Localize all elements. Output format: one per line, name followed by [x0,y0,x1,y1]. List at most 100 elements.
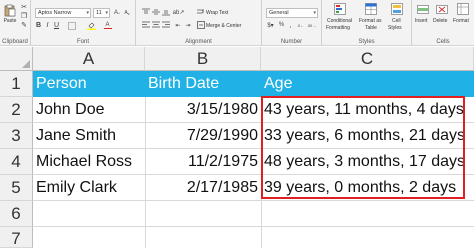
row-header-3[interactable]: 3 [0,123,33,149]
increase-indent-icon[interactable]: ⇥ [184,21,192,29]
increase-decimal-icon[interactable]: .0← [296,21,305,29]
row-header-4[interactable]: 4 [0,149,33,175]
column-header-b[interactable]: B [145,47,261,71]
fill-color-icon[interactable] [87,21,96,30]
wrap-text-icon[interactable] [196,8,205,16]
cell-birth-date[interactable]: 3/15/1980 [145,97,261,123]
decrease-indent-icon[interactable]: ⇤ [174,21,182,29]
align-bottom-icon[interactable] [162,8,170,16]
font-group-label: Font [76,39,89,45]
cell-styles-button[interactable]: Cell Styles [386,2,408,34]
header-birth-date[interactable]: Birth Date [145,71,261,97]
age-results-highlight [261,96,465,199]
borders-icon[interactable] [67,21,76,30]
number-group-label: Number [280,39,303,45]
cell-styles-label-2: Styles [388,25,402,31]
merge-center-button[interactable]: Merge & Center [206,23,241,29]
cell-birth-date[interactable]: 2/17/1985 [145,175,261,201]
comma-style-icon[interactable]: , [287,21,294,29]
clipboard-group: Paste ✂ ❐ ✎ Clipboard [0,0,31,46]
styles-group: Conditional Formatting Format as Table C… [322,0,412,46]
cell-styles-icon [391,3,403,15]
empty-cell[interactable] [33,227,145,248]
alignment-group: ab↗ Wrap Text ⇤ ⇥ Merge & Center Alignme… [136,0,262,46]
cells-group: Insert Delete Format Cells [412,0,474,46]
header-person[interactable]: Person [33,71,145,97]
font-name-select[interactable]: Aptos Narrow ▾ [35,8,91,18]
percent-icon[interactable]: % [278,21,285,29]
format-icon [457,3,469,15]
cell-styles-label-1: Cell [392,18,401,24]
font-size-select[interactable]: 11 ▾ [93,8,110,18]
styles-group-label: Styles [358,39,375,45]
clipboard-group-label: Clipboard [2,39,28,45]
conditional-formatting-label-2: Formatting [326,25,350,31]
font-size-value: 11 [96,10,102,16]
row-header-6[interactable]: 6 [0,201,33,227]
conditional-formatting-label-1: Conditional [327,18,353,24]
select-all-icon [22,60,30,68]
cell-birth-date[interactable]: 7/29/1990 [145,123,261,149]
font-name-value: Aptos Narrow [38,10,72,16]
select-all-corner[interactable] [0,47,33,71]
paste-button[interactable]: Paste [2,2,18,26]
number-format-select[interactable]: General ▾ [266,8,318,18]
currency-icon[interactable]: $▾ [266,21,275,29]
decrease-font-icon[interactable]: Av [123,8,131,18]
align-right-icon[interactable] [162,21,170,29]
underline-icon[interactable]: U [53,21,60,30]
empty-cell[interactable] [145,227,261,248]
insert-button[interactable]: Insert [414,2,432,34]
wrap-text-button[interactable]: Wrap Text [206,10,228,16]
merge-center-icon[interactable] [196,21,205,29]
row-header-1[interactable]: 1 [0,71,33,97]
cells-group-label: Cells [436,39,450,45]
align-left-icon[interactable] [142,21,150,29]
insert-label: Insert [415,18,428,24]
number-format-value: General [269,10,289,16]
paste-icon [4,4,16,17]
chevron-down-icon: ▾ [86,10,89,16]
insert-icon [417,5,429,14]
header-age[interactable]: Age [261,71,474,97]
empty-cell[interactable] [33,201,145,227]
empty-cell[interactable] [261,201,474,227]
delete-button[interactable]: Delete [433,2,452,34]
align-middle-icon[interactable] [152,8,160,16]
conditional-formatting-icon [334,3,346,15]
format-button[interactable]: Format [453,2,473,34]
cell-person[interactable]: Jane Smith [33,123,145,149]
bold-icon[interactable]: B [35,21,42,30]
format-label: Format [453,18,469,24]
copy-icon[interactable]: ❐ [20,12,28,20]
format-as-table-icon [365,3,377,15]
column-header-c[interactable]: C [261,47,474,71]
format-as-table-label-2: Table [365,25,377,31]
format-as-table-label-1: Format as [359,18,382,24]
italic-icon[interactable]: I [44,21,51,30]
increase-font-icon[interactable]: A ^ [113,8,121,18]
orientation-icon[interactable]: ab↗ [173,8,185,16]
empty-cell[interactable] [145,201,261,227]
format-as-table-button[interactable]: Format as Table [358,2,384,34]
ribbon: Paste ✂ ❐ ✎ Clipboard Aptos Narrow ▾ 11 … [0,0,474,46]
cell-person[interactable]: John Doe [33,97,145,123]
decrease-decimal-icon[interactable]: .00→ [307,21,317,29]
cell-birth-date[interactable]: 11/2/1975 [145,149,261,175]
chevron-down-icon: ▾ [313,10,316,16]
row-header-7[interactable]: 7 [0,227,33,248]
cut-icon[interactable]: ✂ [20,3,28,11]
column-header-a[interactable]: A [33,47,145,71]
row-header-2[interactable]: 2 [0,97,33,123]
empty-cell[interactable] [261,227,474,248]
cell-person[interactable]: Michael Ross [33,149,145,175]
cell-person[interactable]: Emily Clark [33,175,145,201]
font-color-icon[interactable]: A [103,21,112,30]
conditional-formatting-button[interactable]: Conditional Formatting [324,2,356,34]
format-painter-icon[interactable]: ✎ [20,21,28,29]
delete-label: Delete [433,18,448,24]
chevron-down-icon: ▾ [105,10,108,16]
align-center-icon[interactable] [152,21,160,29]
align-top-icon[interactable] [142,8,150,16]
row-header-5[interactable]: 5 [0,175,33,201]
